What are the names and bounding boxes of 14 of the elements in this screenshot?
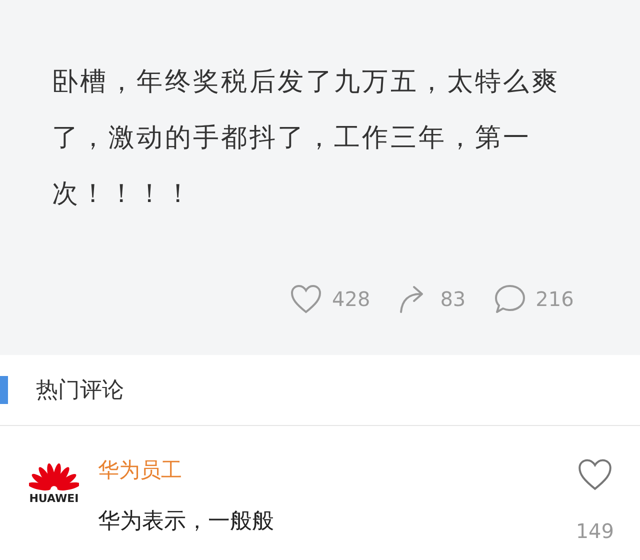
comment-bubble-icon[interactable]: [494, 284, 526, 314]
post-text: 卧槽，年终奖税后发了九万五，太特么爽了，激动的手都抖了，工作三年，第一次！！！！: [52, 66, 561, 211]
section-title: 热门评论: [36, 377, 124, 405]
action-count: 216: [536, 287, 574, 311]
action-count: 428: [332, 287, 370, 311]
petal-logo-icon: [29, 462, 79, 492]
accent-bar: [0, 376, 8, 404]
logo-text: HUAWEI: [29, 492, 79, 505]
user-name[interactable]: 华为员工: [98, 456, 576, 484]
like-count: 149: [576, 519, 614, 543]
comment-text: 华为表示，一般般: [98, 508, 275, 536]
action-count: 83: [440, 287, 466, 311]
heart-icon[interactable]: [576, 458, 613, 491]
heart-icon[interactable]: [290, 284, 322, 314]
